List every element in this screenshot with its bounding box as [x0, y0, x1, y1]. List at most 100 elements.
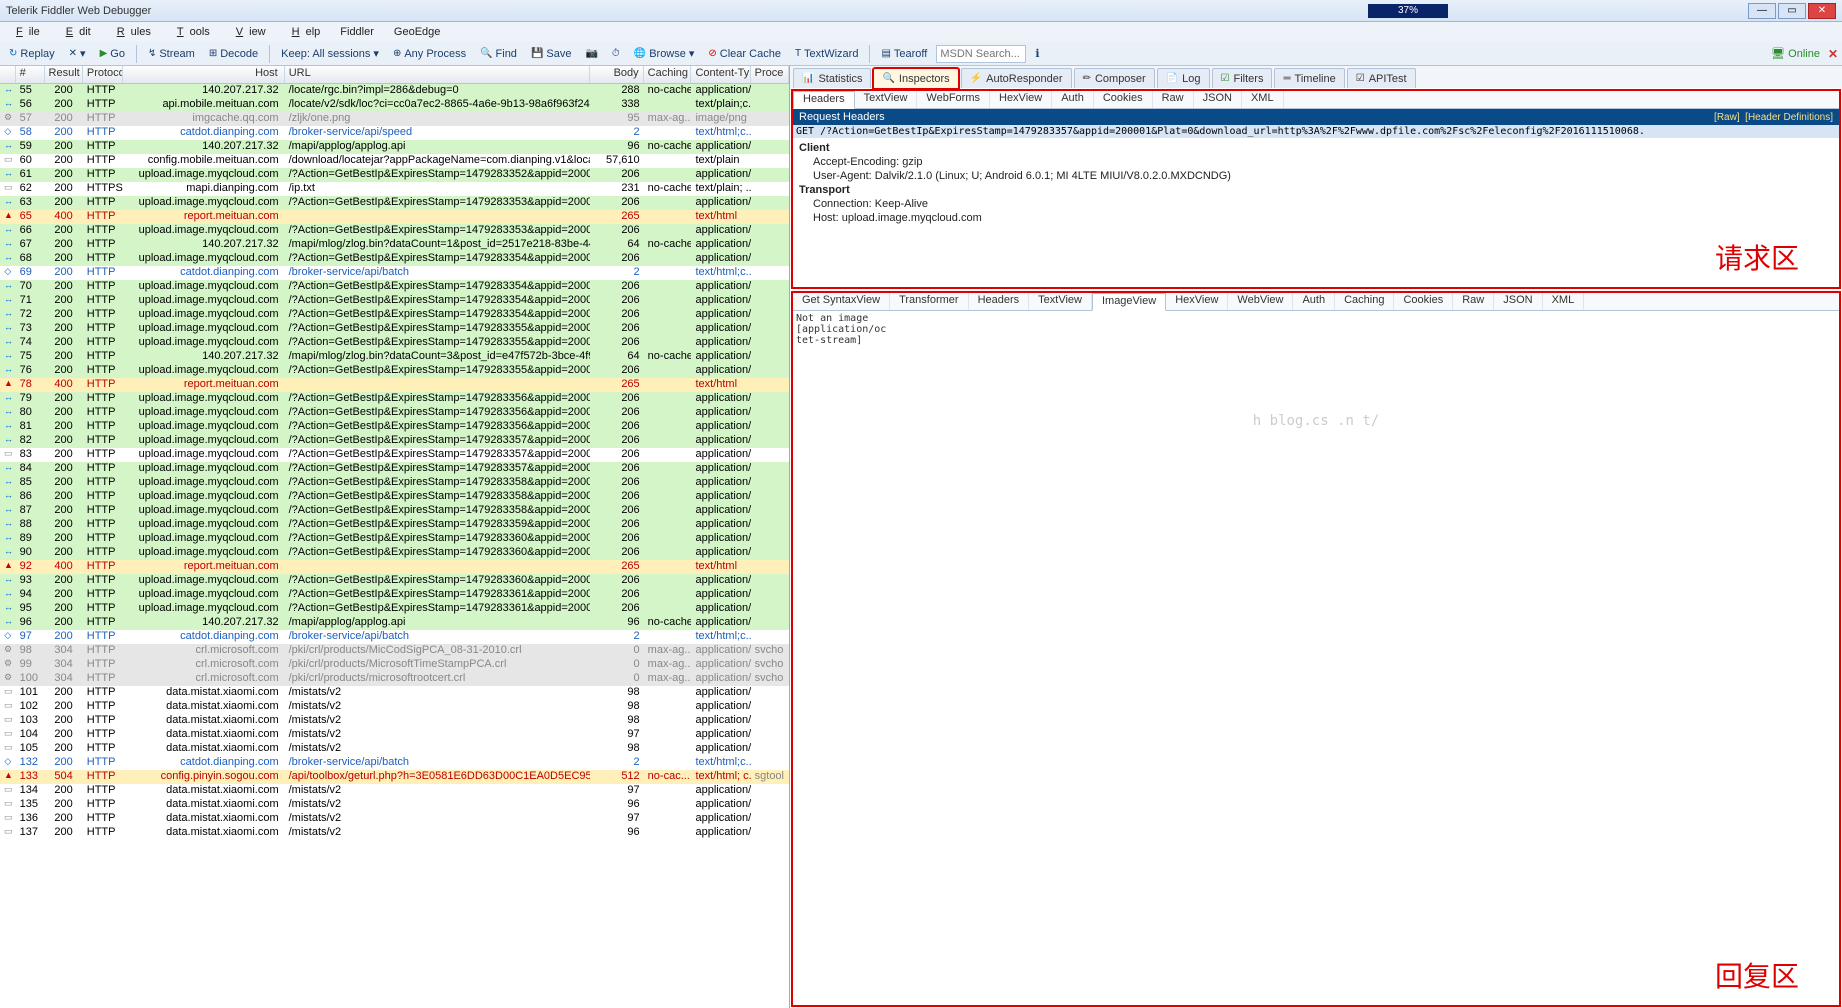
session-row[interactable]: ↔87200HTTPupload.image.myqcloud.com/?Act…: [0, 504, 789, 518]
session-row[interactable]: ⚙99304HTTPcrl.microsoft.com/pki/crl/prod…: [0, 658, 789, 672]
col-id[interactable]: #: [16, 66, 45, 83]
minimize-button[interactable]: —: [1748, 3, 1776, 19]
session-row[interactable]: ↔63200HTTPupload.image.myqcloud.com/?Act…: [0, 196, 789, 210]
session-row[interactable]: ▭62200HTTPSmapi.dianping.com/ip.txt231no…: [0, 182, 789, 196]
tab-timeline[interactable]: ═Timeline: [1274, 68, 1344, 88]
session-row[interactable]: ↔89200HTTPupload.image.myqcloud.com/?Act…: [0, 532, 789, 546]
session-row[interactable]: ▲133504HTTPconfig.pinyin.sogou.com/api/t…: [0, 770, 789, 784]
col-url[interactable]: URL: [285, 66, 590, 83]
session-row[interactable]: ▭105200HTTPdata.mistat.xiaomi.com/mistat…: [0, 742, 789, 756]
resp-tab-json[interactable]: JSON: [1494, 293, 1542, 310]
col-ctype[interactable]: Content-Type: [691, 66, 750, 83]
timer-button[interactable]: ⏱: [607, 47, 625, 60]
toolbar-close-icon[interactable]: ✕: [1828, 47, 1838, 61]
req-tab-textview[interactable]: TextView: [855, 91, 918, 108]
session-row[interactable]: ↔70200HTTPupload.image.myqcloud.com/?Act…: [0, 280, 789, 294]
session-row[interactable]: ⚙57200HTTPimgcache.qq.com/zljk/one.png95…: [0, 112, 789, 126]
tab-composer[interactable]: ✏Composer: [1074, 68, 1155, 88]
session-row[interactable]: ↔82200HTTPupload.image.myqcloud.com/?Act…: [0, 434, 789, 448]
resp-tab-xml[interactable]: XML: [1543, 293, 1585, 310]
tab-filters[interactable]: ☑Filters: [1212, 68, 1273, 88]
session-row[interactable]: ◇69200HTTPcatdot.dianping.com/broker-ser…: [0, 266, 789, 280]
session-row[interactable]: ↔67200HTTP140.207.217.32/mapi/mlog/zlog.…: [0, 238, 789, 252]
session-row[interactable]: ◇97200HTTPcatdot.dianping.com/broker-ser…: [0, 630, 789, 644]
col-protocol[interactable]: Protocol: [83, 66, 123, 83]
session-row[interactable]: ▲78400HTTPreport.meituan.com265text/html: [0, 378, 789, 392]
resp-tab-auth[interactable]: Auth: [1293, 293, 1335, 310]
resp-tab-headers[interactable]: Headers: [969, 293, 1030, 310]
session-row[interactable]: ↔74200HTTPupload.image.myqcloud.com/?Act…: [0, 336, 789, 350]
session-row[interactable]: ↔61200HTTPupload.image.myqcloud.com/?Act…: [0, 168, 789, 182]
keep-sessions-dropdown[interactable]: Keep: All sessions ▾: [276, 46, 384, 61]
session-row[interactable]: ▭135200HTTPdata.mistat.xiaomi.com/mistat…: [0, 798, 789, 812]
resp-tab-raw[interactable]: Raw: [1453, 293, 1494, 310]
session-row[interactable]: ▭83200HTTPupload.image.myqcloud.com/?Act…: [0, 448, 789, 462]
session-row[interactable]: ▭103200HTTPdata.mistat.xiaomi.com/mistat…: [0, 714, 789, 728]
session-row[interactable]: ⚙100304HTTPcrl.microsoft.com/pki/crl/pro…: [0, 672, 789, 686]
session-row[interactable]: ↔55200HTTP140.207.217.32/locate/rgc.bin?…: [0, 84, 789, 98]
req-tab-hexview[interactable]: HexView: [990, 91, 1052, 108]
stop-button[interactable]: ✕▾: [64, 46, 91, 61]
session-row[interactable]: ↔93200HTTPupload.image.myqcloud.com/?Act…: [0, 574, 789, 588]
session-row[interactable]: ↔90200HTTPupload.image.myqcloud.com/?Act…: [0, 546, 789, 560]
session-row[interactable]: ↔80200HTTPupload.image.myqcloud.com/?Act…: [0, 406, 789, 420]
resp-tab-hexview[interactable]: HexView: [1166, 293, 1228, 310]
save-button[interactable]: 💾Save: [526, 47, 577, 61]
col-result[interactable]: Result: [45, 66, 83, 83]
req-tab-auth[interactable]: Auth: [1052, 91, 1094, 108]
camera-button[interactable]: 📷: [580, 47, 602, 60]
session-row[interactable]: ↔84200HTTPupload.image.myqcloud.com/?Act…: [0, 462, 789, 476]
resp-tab-textview[interactable]: TextView: [1029, 293, 1092, 310]
tab-apitest[interactable]: ☑APITest: [1347, 68, 1416, 88]
tab-statistics[interactable]: 📊Statistics: [793, 68, 871, 88]
tearoff-button[interactable]: ▤Tearoff: [876, 47, 932, 61]
session-row[interactable]: ↔85200HTTPupload.image.myqcloud.com/?Act…: [0, 476, 789, 490]
session-row[interactable]: ↔76200HTTPupload.image.myqcloud.com/?Act…: [0, 364, 789, 378]
req-tab-json[interactable]: JSON: [1194, 91, 1242, 108]
session-row[interactable]: ↔75200HTTP140.207.217.32/mapi/mlog/zlog.…: [0, 350, 789, 364]
menu-edit[interactable]: Edit: [54, 25, 97, 39]
req-tab-raw[interactable]: Raw: [1153, 91, 1194, 108]
session-row[interactable]: ◇132200HTTPcatdot.dianping.com/broker-se…: [0, 756, 789, 770]
session-row[interactable]: ↔59200HTTP140.207.217.32/mapi/applog/app…: [0, 140, 789, 154]
session-row[interactable]: ▭101200HTTPdata.mistat.xiaomi.com/mistat…: [0, 686, 789, 700]
session-row[interactable]: ↔79200HTTPupload.image.myqcloud.com/?Act…: [0, 392, 789, 406]
menu-view[interactable]: View: [224, 25, 272, 39]
col-process[interactable]: Proce: [751, 66, 789, 83]
session-row[interactable]: ↔95200HTTPupload.image.myqcloud.com/?Act…: [0, 602, 789, 616]
session-row[interactable]: ↔71200HTTPupload.image.myqcloud.com/?Act…: [0, 294, 789, 308]
session-row[interactable]: ▭136200HTTPdata.mistat.xiaomi.com/mistat…: [0, 812, 789, 826]
tab-inspectors[interactable]: 🔍Inspectors: [873, 68, 958, 88]
raw-link[interactable]: [Raw]: [1714, 112, 1740, 123]
session-row[interactable]: ↔68200HTTPupload.image.myqcloud.com/?Act…: [0, 252, 789, 266]
close-button[interactable]: ✕: [1808, 3, 1836, 19]
maximize-button[interactable]: ▭: [1778, 3, 1806, 19]
session-row[interactable]: ▭134200HTTPdata.mistat.xiaomi.com/mistat…: [0, 784, 789, 798]
session-row[interactable]: ↔56200HTTPapi.mobile.meituan.com/locate/…: [0, 98, 789, 112]
session-grid-body[interactable]: ↔55200HTTP140.207.217.32/locate/rgc.bin?…: [0, 84, 789, 1008]
req-tab-cookies[interactable]: Cookies: [1094, 91, 1153, 108]
session-row[interactable]: ⚙98304HTTPcrl.microsoft.com/pki/crl/prod…: [0, 644, 789, 658]
col-caching[interactable]: Caching: [644, 66, 692, 83]
textwizard-button[interactable]: TTextWizard: [790, 47, 864, 61]
session-row[interactable]: ↔86200HTTPupload.image.myqcloud.com/?Act…: [0, 490, 789, 504]
find-button[interactable]: 🔍Find: [475, 47, 522, 61]
help-icon[interactable]: ℹ: [1030, 46, 1044, 61]
session-row[interactable]: ↔72200HTTPupload.image.myqcloud.com/?Act…: [0, 308, 789, 322]
stream-button[interactable]: ↯Stream: [143, 47, 200, 61]
resp-tab-syntaxview[interactable]: Get SyntaxView: [793, 293, 890, 310]
resp-tab-cookies[interactable]: Cookies: [1394, 293, 1453, 310]
session-row[interactable]: ↔66200HTTPupload.image.myqcloud.com/?Act…: [0, 224, 789, 238]
resp-tab-transformer[interactable]: Transformer: [890, 293, 969, 310]
req-tab-webforms[interactable]: WebForms: [917, 91, 990, 108]
session-row[interactable]: ▭104200HTTPdata.mistat.xiaomi.com/mistat…: [0, 728, 789, 742]
resp-tab-imageview[interactable]: ImageView: [1092, 293, 1166, 311]
session-row[interactable]: ↔88200HTTPupload.image.myqcloud.com/?Act…: [0, 518, 789, 532]
session-row[interactable]: ▭60200HTTPconfig.mobile.meituan.com/down…: [0, 154, 789, 168]
session-row[interactable]: ▲92400HTTPreport.meituan.com265text/html: [0, 560, 789, 574]
msdn-search-input[interactable]: [936, 45, 1026, 63]
session-row[interactable]: ▲65400HTTPreport.meituan.com265text/html: [0, 210, 789, 224]
browse-button[interactable]: 🌐Browse ▾: [629, 46, 700, 61]
clear-cache-button[interactable]: ⊘Clear Cache: [703, 47, 786, 61]
session-row[interactable]: ↔73200HTTPupload.image.myqcloud.com/?Act…: [0, 322, 789, 336]
